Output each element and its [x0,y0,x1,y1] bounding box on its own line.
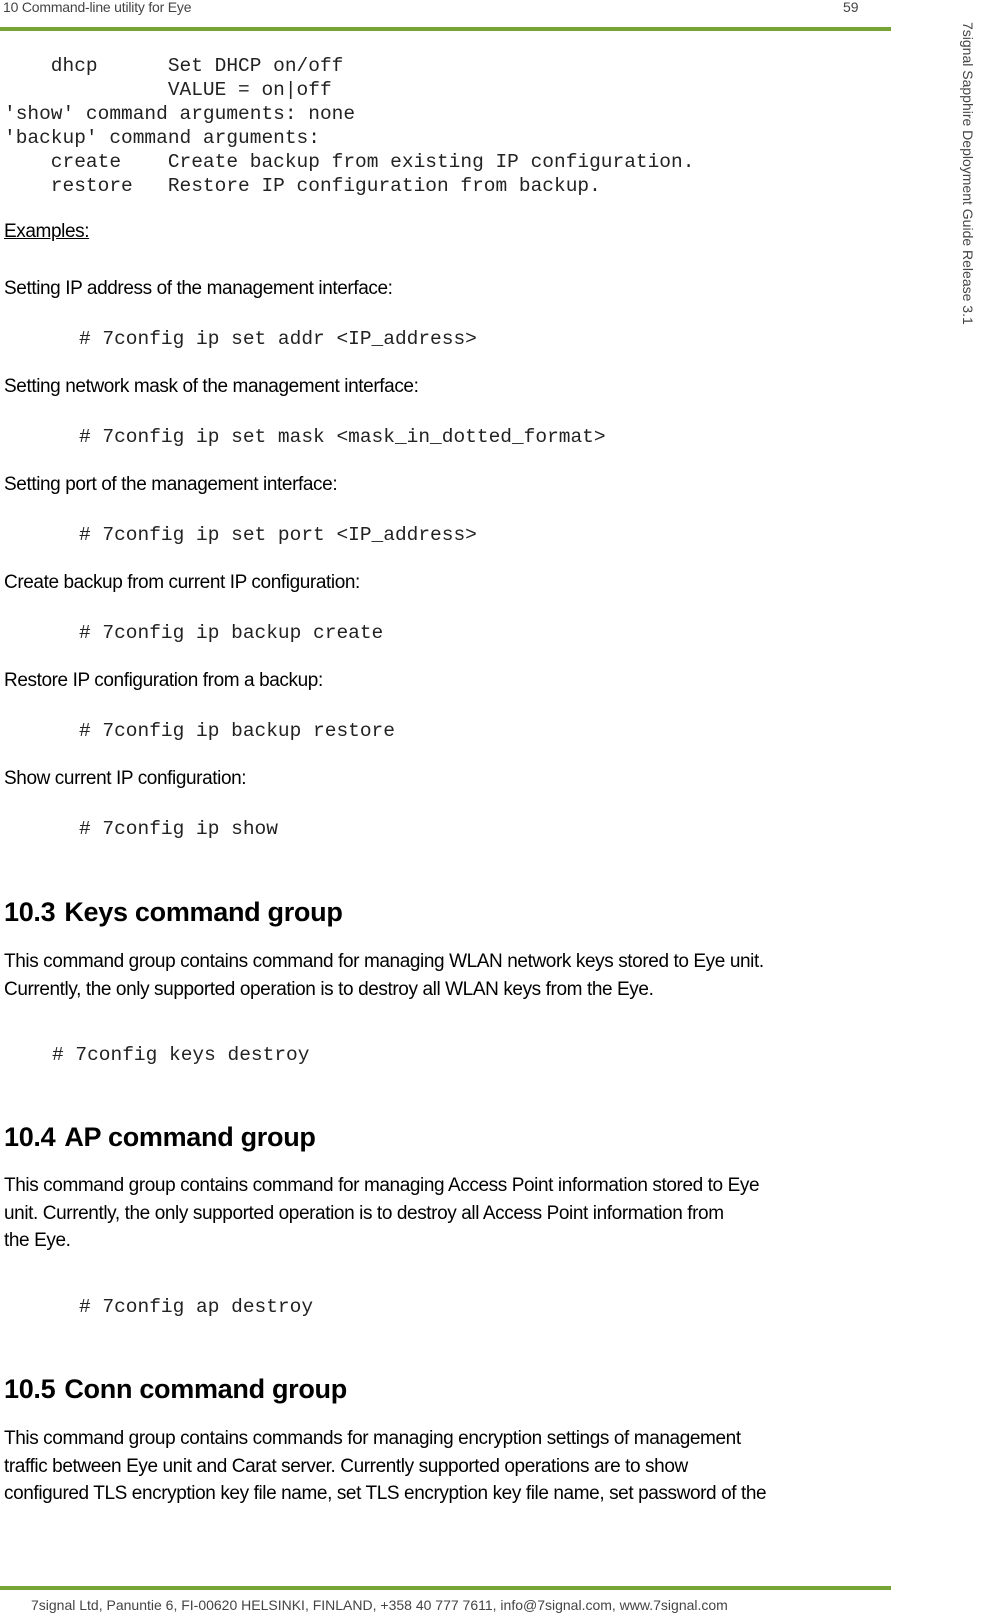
body-line: the Eye. [4,1230,71,1251]
section-number: 10.5 [4,1374,56,1404]
usage-line: dhcp Set DHCP on/off [4,55,344,77]
body-line: unit. Currently, the only supported oper… [4,1202,724,1224]
section-heading-ap: 10.4 AP command group [4,1122,316,1153]
example-command: # 7config ip set mask <mask_in_dotted_fo… [79,426,606,448]
body-line: Currently, the only supported operation … [4,978,654,1000]
examples-heading: Examples: [4,221,90,242]
running-header-chapter: 10 Command-line utility for Eye [3,0,192,15]
example-command: # 7config ip set port <IP_address> [79,524,477,546]
section-body-ap: This command group contains command for … [4,1172,884,1255]
body-line: configured TLS encryption key file name,… [4,1483,767,1504]
section-body-keys: This command group contains command for … [4,948,884,1003]
usage-line: create Create backup from existing IP co… [4,151,695,173]
usage-line: restore Restore IP configuration from ba… [4,175,601,197]
section-body-conn: This command group contains commands for… [4,1425,884,1508]
example-command: # 7config ip show [79,818,278,840]
usage-line: 'show' command arguments: none [4,103,356,125]
section-title: Conn command group [64,1374,347,1404]
ap-command: # 7config ap destroy [79,1296,314,1318]
footer-contact: 7signal Ltd, Panuntie 6, FI-00620 HELSIN… [31,1597,728,1613]
usage-line: VALUE = on|off [4,79,332,101]
body-line: This command group contains commands for… [4,1428,741,1449]
body-line: This command group contains command for … [4,1175,760,1196]
example-description: Show current IP configuration: [4,768,247,789]
section-number: 10.3 [4,897,56,927]
example-command: # 7config ip backup create [79,622,384,644]
section-heading-keys: 10.3 Keys command group [4,897,343,928]
keys-command: # 7config keys destroy [52,1044,310,1066]
header-divider [0,27,891,31]
example-command: # 7config ip backup restore [79,720,395,742]
side-document-title: 7signal Sapphire Deployment Guide Releas… [960,22,976,325]
footer-divider [0,1586,891,1590]
section-number: 10.4 [4,1122,56,1152]
example-description: Setting IP address of the management int… [4,278,393,299]
example-command: # 7config ip set addr <IP_address> [79,328,477,350]
body-line: traffic between Eye unit and Carat serve… [4,1455,688,1477]
example-description: Restore IP configuration from a backup: [4,670,323,691]
section-title: AP command group [64,1122,316,1152]
section-title: Keys command group [64,897,343,927]
example-description: Create backup from current IP configurat… [4,572,360,593]
usage-line: 'backup' command arguments: [4,127,320,149]
section-heading-conn: 10.5 Conn command group [4,1374,347,1405]
example-description: Setting network mask of the management i… [4,376,419,397]
body-line: This command group contains command for … [4,951,764,972]
example-description: Setting port of the management interface… [4,474,338,495]
page-number: 59 [843,0,859,15]
